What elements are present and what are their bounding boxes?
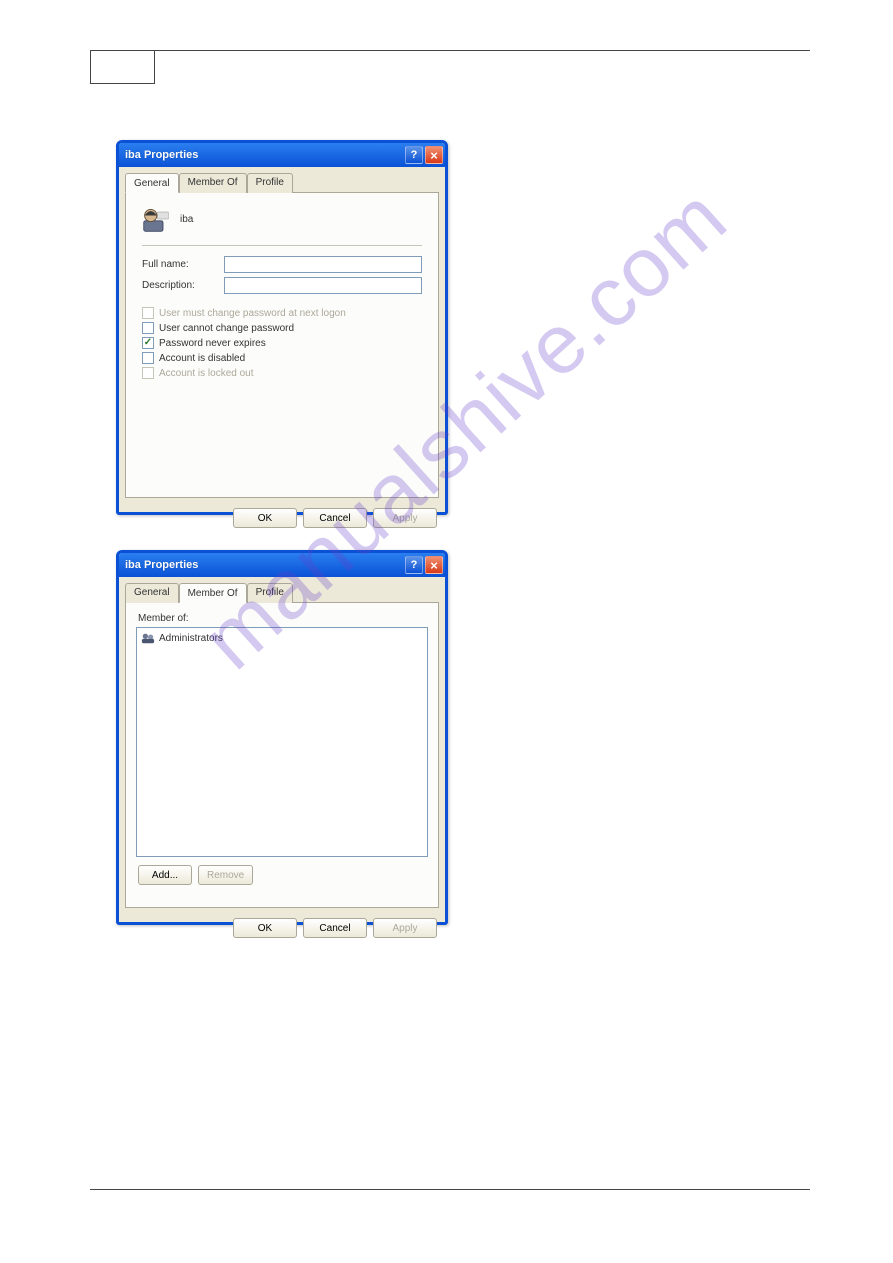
full-name-label: Full name: — [142, 259, 224, 270]
apply-button[interactable]: Apply — [373, 918, 437, 938]
list-item-label: Administrators — [159, 633, 223, 644]
cancel-button[interactable]: Cancel — [303, 918, 367, 938]
add-button[interactable]: Add... — [138, 865, 192, 885]
tab-strip: General Member Of Profile — [119, 167, 445, 193]
tab-member-of[interactable]: Member Of — [179, 173, 247, 193]
properties-dialog-general: iba Properties ? × General Member Of Pro… — [116, 140, 448, 515]
group-icon — [141, 631, 155, 645]
user-name-label: iba — [180, 214, 193, 225]
check-cannot-change-password[interactable]: User cannot change password — [142, 322, 422, 334]
checkbox-icon[interactable] — [142, 322, 154, 334]
check-account-disabled[interactable]: Account is disabled — [142, 352, 422, 364]
dialog-button-row: OK Cancel Apply — [119, 504, 445, 534]
tab-general[interactable]: General — [125, 173, 179, 193]
titlebar[interactable]: iba Properties ? × — [119, 143, 445, 167]
properties-dialog-member-of: iba Properties ? × General Member Of Pro… — [116, 550, 448, 925]
description-input[interactable] — [224, 277, 422, 294]
check-account-locked-out: Account is locked out — [142, 367, 422, 379]
description-label: Description: — [142, 280, 224, 291]
window-title: iba Properties — [125, 559, 403, 571]
close-button[interactable]: × — [425, 146, 443, 164]
tab-strip: General Member Of Profile — [119, 577, 445, 603]
list-item[interactable]: Administrators — [139, 630, 425, 646]
checkbox-icon[interactable] — [142, 352, 154, 364]
description-row: Description: — [142, 277, 422, 294]
help-button[interactable]: ? — [405, 556, 423, 574]
window-title: iba Properties — [125, 149, 403, 161]
help-button[interactable]: ? — [405, 146, 423, 164]
checkbox-label: User must change password at next logon — [159, 308, 346, 319]
titlebar[interactable]: iba Properties ? × — [119, 553, 445, 577]
list-button-row: Add... Remove — [138, 865, 428, 885]
checkbox-label: Account is disabled — [159, 353, 245, 364]
checkbox-icon[interactable]: ✓ — [142, 337, 154, 349]
cancel-button[interactable]: Cancel — [303, 508, 367, 528]
check-must-change-password: User must change password at next logon — [142, 307, 422, 319]
member-of-label: Member of: — [138, 613, 428, 624]
tab-panel-member-of: Member of: Administrators Add... Remove — [125, 602, 439, 908]
checkbox-label: User cannot change password — [159, 323, 294, 334]
ok-button[interactable]: OK — [233, 508, 297, 528]
tab-general[interactable]: General — [125, 583, 179, 603]
apply-button[interactable]: Apply — [373, 508, 437, 528]
tab-member-of[interactable]: Member Of — [179, 583, 247, 603]
full-name-row: Full name: — [142, 256, 422, 273]
check-password-never-expires[interactable]: ✓ Password never expires — [142, 337, 422, 349]
remove-button[interactable]: Remove — [198, 865, 253, 885]
checkbox-label: Account is locked out — [159, 368, 254, 379]
full-name-input[interactable] — [224, 256, 422, 273]
tab-profile[interactable]: Profile — [247, 173, 293, 193]
page-header-box — [90, 50, 155, 84]
close-button[interactable]: × — [425, 556, 443, 574]
user-header: iba — [136, 203, 428, 245]
dialog-button-row: OK Cancel Apply — [119, 914, 445, 944]
checkbox-icon — [142, 367, 154, 379]
user-icon — [142, 205, 170, 233]
checkbox-label: Password never expires — [159, 338, 266, 349]
tab-panel-general: iba Full name: Description: User must ch… — [125, 192, 439, 498]
tab-profile[interactable]: Profile — [247, 583, 293, 603]
divider — [142, 245, 422, 246]
ok-button[interactable]: OK — [233, 918, 297, 938]
checkbox-icon — [142, 307, 154, 319]
member-of-listbox[interactable]: Administrators — [136, 627, 428, 857]
